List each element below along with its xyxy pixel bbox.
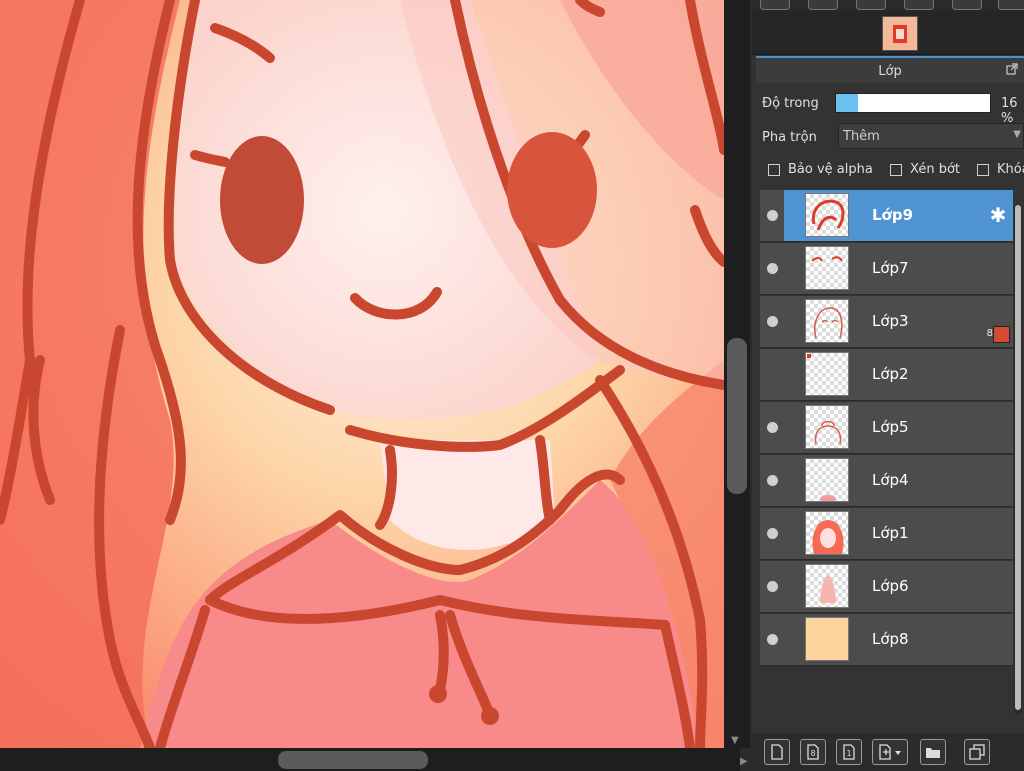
- lock-checkbox[interactable]: [977, 164, 989, 176]
- opacity-slider[interactable]: [835, 93, 991, 113]
- toolbar-button[interactable]: [904, 0, 934, 10]
- protect-alpha-checkbox[interactable]: [768, 164, 780, 176]
- layer-bottom-toolbar: 8 1: [752, 733, 1024, 771]
- visibility-eye-icon[interactable]: [767, 528, 778, 539]
- layer-row-main[interactable]: Lớp8: [784, 614, 1013, 665]
- scroll-right-arrow-icon[interactable]: ▶: [740, 757, 748, 767]
- layer-row[interactable]: Lớp8: [760, 614, 1013, 666]
- layer-row-main[interactable]: Lớp9 ✱: [784, 190, 1013, 241]
- visibility-eye-icon[interactable]: [767, 369, 778, 380]
- visibility-eye-icon[interactable]: [767, 263, 778, 274]
- duplicate-icon[interactable]: [964, 739, 990, 765]
- visibility-eye-icon[interactable]: [767, 634, 778, 645]
- layer-row[interactable]: Lớp6: [760, 561, 1013, 613]
- opacity-value: 16 %: [1001, 96, 1018, 126]
- layer-panel-header: Lớp: [756, 56, 1024, 83]
- layer-row-main[interactable]: Lớp5: [784, 402, 1013, 453]
- drawing-canvas[interactable]: [0, 0, 724, 748]
- add-layer-menu-icon[interactable]: [872, 739, 908, 765]
- layers-scroll-thumb[interactable]: [1015, 205, 1021, 710]
- illustration: [0, 0, 724, 748]
- layer-name: Lớp1: [872, 524, 909, 542]
- scroll-down-arrow-icon[interactable]: ▼: [731, 736, 739, 746]
- layer-row[interactable]: Lớp9 ✱: [760, 190, 1013, 242]
- panel-title: Lớp: [878, 64, 902, 79]
- layer-name: Lớp8: [872, 630, 909, 648]
- layer-name: Lớp5: [872, 418, 909, 436]
- layer-name: Lớp7: [872, 259, 909, 277]
- layer-row[interactable]: Lớp5: [760, 402, 1013, 454]
- lock-label: Khóa: [997, 162, 1024, 177]
- layer-name: Lớp4: [872, 471, 909, 489]
- visibility-eye-icon[interactable]: [767, 581, 778, 592]
- visibility-eye-icon[interactable]: [767, 316, 778, 327]
- layer-panel: Lớp Độ trong 16 % Pha trộn Thêm ▼ Bảo vệ…: [752, 0, 1024, 771]
- visibility-eye-icon[interactable]: [767, 210, 778, 221]
- visibility-eye-icon[interactable]: [767, 475, 778, 486]
- opacity-label: Độ trong: [762, 96, 819, 111]
- layer-row[interactable]: Lớp2: [760, 349, 1013, 401]
- toolbar-button[interactable]: [952, 0, 982, 10]
- protect-alpha-label: Bảo vệ alpha: [788, 162, 873, 177]
- layer-row[interactable]: Lớp4: [760, 455, 1013, 507]
- clipping-label: Xén bớt: [910, 162, 960, 177]
- new-layer-icon[interactable]: [764, 739, 790, 765]
- toolbar-button[interactable]: [998, 0, 1024, 10]
- layer-thumbnail: [805, 299, 849, 343]
- blend-mode-label: Pha trộn: [762, 130, 817, 145]
- layer-thumbnail: [805, 246, 849, 290]
- layer-thumbnail: [805, 511, 849, 555]
- layer-thumbnail: [805, 405, 849, 449]
- navigator-thumbnail: [882, 16, 918, 51]
- layer-row-main[interactable]: Lớp3 8: [784, 296, 1013, 347]
- gear-icon[interactable]: ✱: [987, 204, 1009, 226]
- svg-text:1: 1: [846, 749, 851, 758]
- svg-text:8: 8: [810, 749, 815, 758]
- blend-mode-value: Thêm: [843, 129, 880, 144]
- layer-row-main[interactable]: Lớp7: [784, 243, 1013, 294]
- layer-row[interactable]: Lớp1: [760, 508, 1013, 560]
- layer-row[interactable]: Lớp3 8: [760, 296, 1013, 348]
- visibility-eye-icon[interactable]: [767, 422, 778, 433]
- layer-name: Lớp2: [872, 365, 909, 383]
- layer-name: Lớp3: [872, 312, 909, 330]
- layer-row-main[interactable]: Lớp6: [784, 561, 1013, 612]
- navigator-preview[interactable]: [752, 10, 1024, 55]
- layer-thumbnail: [805, 458, 849, 502]
- folder-icon[interactable]: [920, 739, 946, 765]
- layer-thumbnail: [805, 352, 849, 396]
- layer-row[interactable]: Lớp7: [760, 243, 1013, 295]
- layer-thumbnail: [805, 617, 849, 661]
- layer-name: Lớp9: [872, 206, 914, 224]
- toolbar-button[interactable]: [856, 0, 886, 10]
- layer-row-main[interactable]: Lớp4: [784, 455, 1013, 506]
- opacity-slider-fill: [836, 94, 858, 112]
- clip-color-swatch[interactable]: [993, 326, 1010, 343]
- clipping-checkbox[interactable]: [890, 164, 902, 176]
- layer-row-main[interactable]: Lớp2: [784, 349, 1013, 400]
- toolbar-button[interactable]: [808, 0, 838, 10]
- 8bit-layer-icon[interactable]: 8: [800, 739, 826, 765]
- canvas-horizontal-scroll-thumb[interactable]: [278, 751, 428, 769]
- canvas-vertical-scroll-thumb[interactable]: [727, 338, 747, 494]
- 1bit-layer-icon[interactable]: 1: [836, 739, 862, 765]
- layer-thumbnail: [805, 564, 849, 608]
- popout-icon[interactable]: [1006, 63, 1018, 75]
- toolbar-button[interactable]: [760, 0, 790, 10]
- layer-row-main[interactable]: Lớp1: [784, 508, 1013, 559]
- top-toolbar: [752, 0, 1024, 10]
- blend-mode-select[interactable]: Thêm ▼: [838, 123, 1024, 149]
- layer-name: Lớp6: [872, 577, 909, 595]
- layer-thumbnail: [805, 193, 849, 237]
- chevron-down-icon: ▼: [1013, 129, 1021, 140]
